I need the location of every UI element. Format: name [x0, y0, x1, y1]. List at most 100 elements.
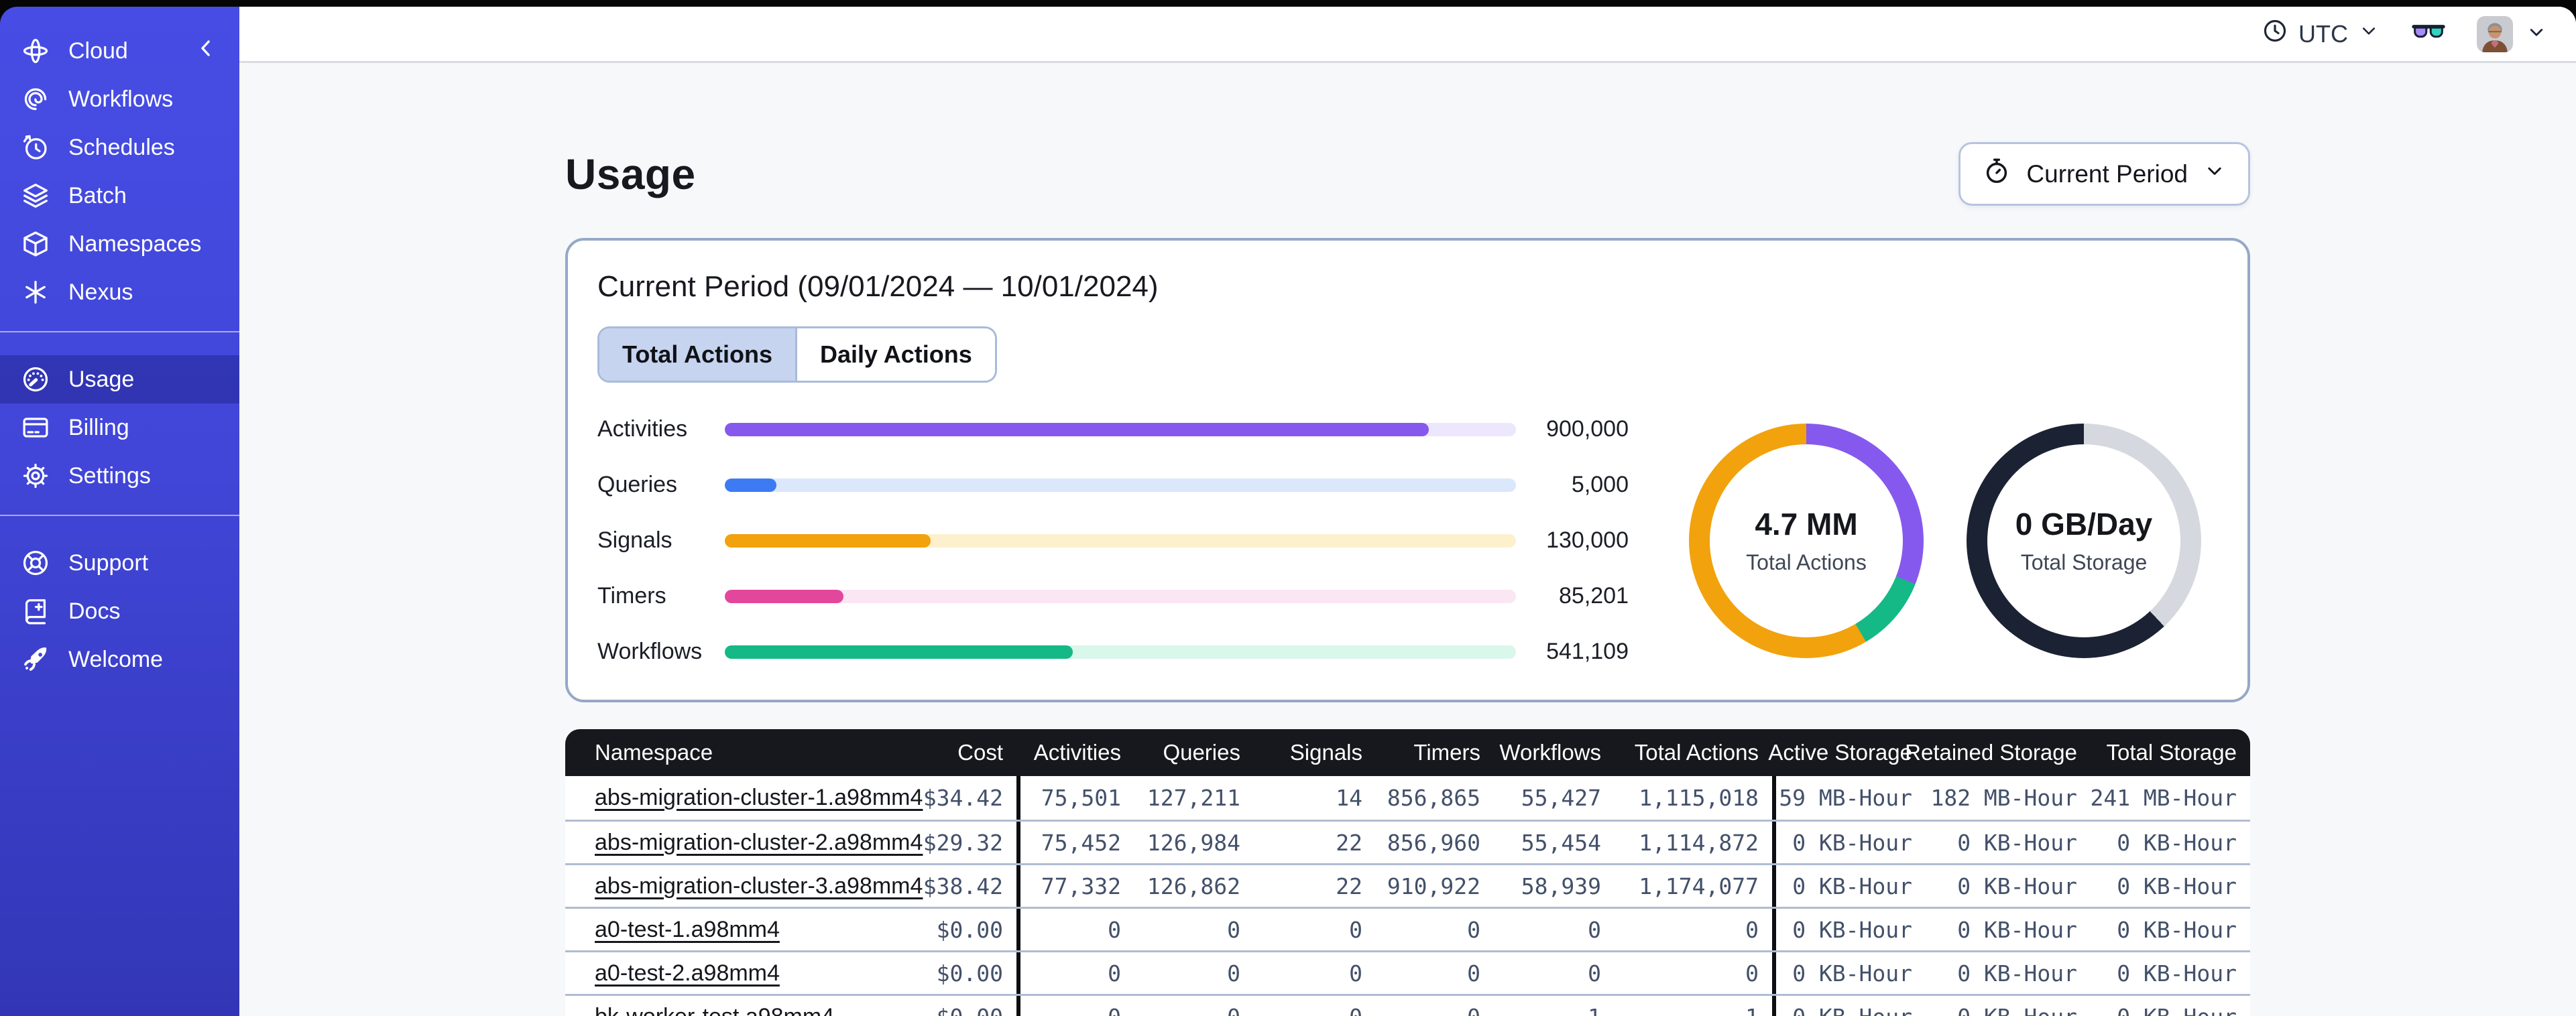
table-cell: 55,427	[1521, 785, 1601, 811]
namespace-cell: abs-migration-cluster-3.a98mm4	[565, 865, 923, 907]
table-cell: 0	[1745, 916, 1759, 943]
bar-row-timers: Timers 85,201	[597, 583, 1629, 609]
sidebar-item-welcome[interactable]: Welcome	[0, 635, 239, 684]
table-cell: 0	[1376, 996, 1494, 1016]
bar-label: Queries	[597, 472, 678, 497]
table-cell: 0 KB-Hour	[2117, 873, 2237, 899]
table-cell: 182 MB-Hour	[1930, 785, 2077, 811]
bar-track	[725, 589, 1516, 603]
table-cell: 0	[1227, 916, 1240, 943]
sidebar-item-namespaces[interactable]: Namespaces	[0, 220, 239, 268]
column-header-total-storage: Total Storage	[2106, 740, 2237, 765]
table-cell: 856,960	[1387, 829, 1480, 856]
bar-label: Timers	[597, 583, 666, 609]
bar-value: 900,000	[1546, 416, 1629, 442]
sidebar-item-settings[interactable]: Settings	[0, 452, 239, 500]
temporal-logo-icon	[20, 36, 51, 66]
tab-daily-actions[interactable]: Daily Actions	[795, 328, 995, 381]
table-row: a0-test-1.a98mm4 $0.00 0 0 0 0 0 0 0 KB-Hour 0 KB…	[565, 907, 2250, 950]
bar-value: 130,000	[1546, 527, 1629, 553]
sidebar-item-batch[interactable]: Batch	[0, 172, 239, 220]
bar-track	[725, 422, 1516, 436]
bar-fill	[725, 422, 1429, 436]
table-cell: 0 KB-Hour	[1772, 909, 1926, 950]
chevron-down-icon	[2203, 159, 2227, 189]
feedback-glasses-icon[interactable]	[2411, 15, 2446, 53]
sidebar-item-docs[interactable]: Docs	[0, 587, 239, 635]
sidebar-item-billing[interactable]: Billing	[0, 403, 239, 452]
table-cell: 55,454	[1521, 829, 1601, 856]
current-period-card: Current Period (09/01/2024 — 10/01/2024)…	[565, 238, 2250, 702]
sidebar-item-label: Usage	[68, 366, 135, 392]
table-cell: 0	[1254, 996, 1376, 1016]
tab-total-actions[interactable]: Total Actions	[599, 328, 795, 381]
sidebar-item-schedules[interactable]: Schedules	[0, 123, 239, 172]
column-header-activities: Activities	[1033, 740, 1121, 765]
table-cell: 77,332	[1016, 865, 1134, 907]
table-row: abs-migration-cluster-2.a98mm4 $29.32 75,4…	[565, 820, 2250, 863]
table-cell: 0	[1227, 960, 1240, 987]
table-cell: 22	[1336, 873, 1362, 899]
chevron-down-icon[interactable]	[2525, 21, 2548, 47]
table-cell: 58,939	[1521, 873, 1601, 899]
table-cell: 0	[1016, 996, 1134, 1016]
bar-track	[725, 533, 1516, 548]
bar-row-signals: Signals 130,000	[597, 527, 1629, 554]
donut-total-actions: 4.7 MM Total Actions	[1689, 423, 1924, 658]
namespace-link[interactable]: bk-worker-test.a98mm4	[595, 1004, 834, 1016]
table-cell: 0 KB-Hour	[2117, 960, 2237, 987]
table-cell: 0 KB-Hour	[1957, 829, 2077, 856]
namespace-link[interactable]: a0-test-1.a98mm4	[595, 917, 780, 943]
sidebar: Cloud Workflows Schedules Batch Namespaces Ne…	[0, 7, 239, 1016]
table-cell: 0	[1134, 996, 1254, 1016]
column-header-total-actions: Total Actions	[1634, 740, 1759, 765]
namespace-link[interactable]: a0-test-2.a98mm4	[595, 960, 780, 987]
table-row: bk-worker-test.a98mm4$0.000000110 KB-Hou…	[565, 994, 2250, 1016]
table-cell: 75,452	[1016, 822, 1134, 863]
table-cell: 856,865	[1387, 785, 1480, 811]
sidebar-item-label: Support	[68, 550, 149, 576]
settings-icon	[20, 460, 51, 491]
bar-value: 5,000	[1571, 472, 1629, 497]
stopwatch-icon	[1982, 156, 2011, 192]
sidebar-item-cloud[interactable]: Cloud	[0, 27, 239, 75]
bar-fill	[725, 533, 931, 548]
table-cell: 0 KB-Hour	[1772, 996, 1926, 1016]
table-row: abs-migration-cluster-3.a98mm4 $38.42 77,3…	[565, 863, 2250, 907]
bar-fill	[725, 478, 776, 492]
sidebar-item-label: Nexus	[68, 279, 133, 305]
bar-row-queries: Queries 5,000	[597, 472, 1629, 498]
support-icon	[20, 548, 51, 578]
bar-track	[725, 645, 1516, 659]
period-selector-button[interactable]: Current Period	[1958, 142, 2250, 206]
donut-center: 4.7 MM Total Actions	[1710, 444, 1903, 637]
table-cell: 0 KB-Hour	[1926, 996, 2091, 1016]
column-header-cost: Cost	[957, 740, 1003, 765]
sidebar-item-nexus[interactable]: Nexus	[0, 268, 239, 316]
table-cell: 1,174,077	[1639, 873, 1759, 899]
table-cell: 241 MB-Hour	[2090, 785, 2237, 811]
schedules-icon	[20, 132, 51, 163]
table-cell: $38.42	[923, 873, 1003, 899]
table-cell: $0.00	[858, 996, 1016, 1016]
table-cell: $34.42	[923, 785, 1003, 811]
table-cell: 0 KB-Hour	[2091, 996, 2250, 1016]
sidebar-item-label: Schedules	[68, 134, 175, 160]
sidebar-divider	[0, 331, 239, 332]
table-cell: 0 KB-Hour	[1957, 960, 2077, 987]
bar-track	[725, 478, 1516, 492]
user-avatar[interactable]	[2477, 15, 2513, 52]
sidebar-item-workflows[interactable]: Workflows	[0, 75, 239, 123]
table-cell: 0	[1349, 960, 1362, 987]
table-cell: 22	[1336, 829, 1362, 856]
table-cell: 1	[1615, 996, 1772, 1016]
usage-icon	[20, 364, 51, 395]
table-cell: 14	[1336, 785, 1362, 811]
sidebar-item-usage[interactable]: Usage	[0, 355, 239, 403]
bar-row-activities: Activities 900,000	[597, 416, 1629, 442]
timezone-selector[interactable]: UTC	[2261, 17, 2380, 51]
top-header-bar: UTC	[239, 7, 2576, 63]
sidebar-item-support[interactable]: Support	[0, 539, 239, 587]
table-cell: 127,211	[1147, 785, 1240, 811]
donut-value: 4.7 MM	[1755, 507, 1858, 542]
